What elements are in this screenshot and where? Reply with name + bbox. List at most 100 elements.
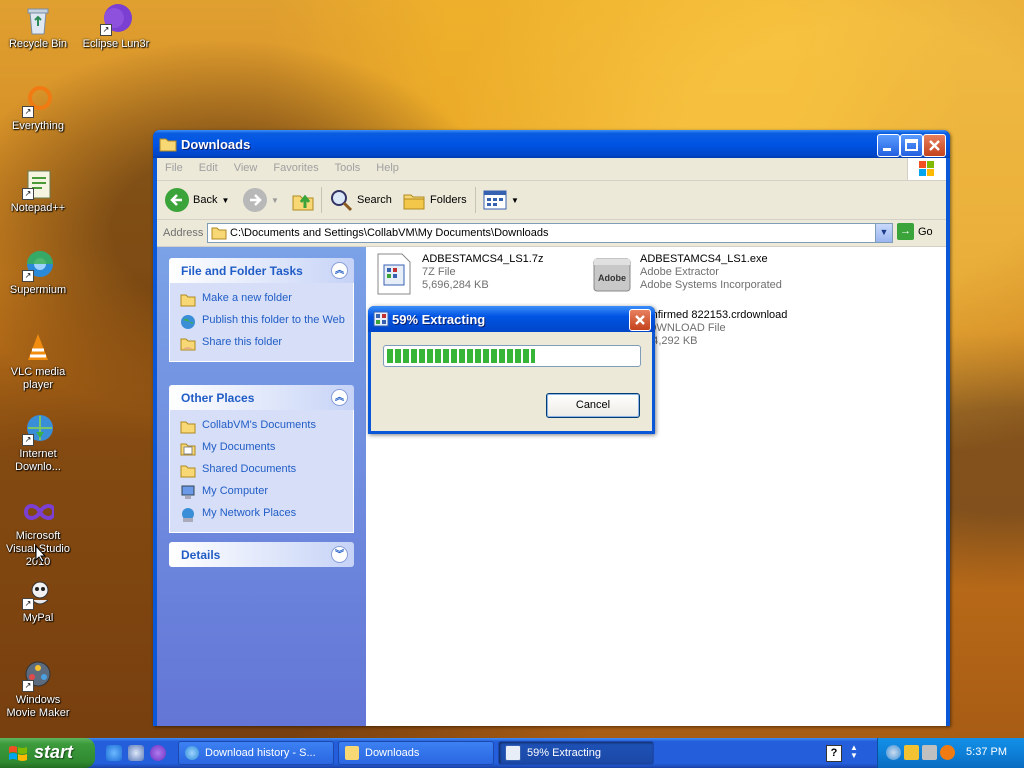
menu-tools[interactable]: Tools [327, 158, 369, 174]
file-type: DOWNLOAD File [640, 322, 726, 334]
panel-header[interactable]: Other Places ︽ [169, 385, 354, 410]
menu-view[interactable]: View [226, 158, 266, 174]
menu-file[interactable]: File [157, 158, 191, 174]
file-name: ADBESTAMCS4_LS1.7z [422, 253, 544, 265]
file-item[interactable]: Adobe ADBESTAMCS4_LS1.exe Adobe Extracto… [592, 253, 782, 295]
desktop-icon-vlc[interactable]: VLC media player [0, 332, 76, 392]
desktop-icon-recycle-bin[interactable]: Recycle Bin [0, 4, 76, 51]
place-my-documents[interactable]: My Documents [170, 438, 353, 460]
menu-edit[interactable]: Edit [191, 158, 226, 174]
search-button[interactable]: Search [329, 186, 392, 214]
progress-fill [387, 349, 535, 363]
help-icon[interactable]: ? [826, 745, 842, 762]
collapse-chevron-icon[interactable]: ︽ [331, 262, 348, 279]
desktop-icon-notepad[interactable]: ↗ Notepad++ [0, 168, 76, 215]
taskbar-item-downloads[interactable]: Downloads [338, 741, 494, 765]
quicklaunch-show-desktop-icon[interactable] [128, 745, 144, 761]
file-name: confirmed 822153.crdownload [640, 309, 788, 321]
desktop-icon-label: Windows Movie Maker [6, 694, 70, 719]
place-collabvm-documents[interactable]: CollabVM's Documents [170, 416, 353, 438]
folders-label: Folders [430, 194, 467, 206]
quicklaunch-eclipse-icon[interactable] [150, 745, 166, 761]
7z-file-icon [374, 253, 414, 295]
forward-arrow-icon [243, 188, 267, 212]
toolbar-separator [321, 187, 322, 213]
task-make-new-folder[interactable]: Make a new folder [170, 289, 353, 311]
start-label: start [34, 742, 74, 762]
desktop-icon-everything[interactable]: ↗ Everything [0, 86, 76, 133]
go-button[interactable]: → Go [897, 223, 933, 240]
panel-title: File and Folder Tasks [181, 264, 303, 278]
windows-logo-icon [907, 158, 946, 180]
quicklaunch-ie-icon[interactable] [106, 745, 122, 761]
desktop-icon-movie-maker[interactable]: ↗ Windows Movie Maker [0, 660, 76, 720]
task-share-folder[interactable]: Share this folder [170, 333, 353, 355]
place-label: CollabVM's Documents [202, 419, 316, 431]
cancel-button[interactable]: Cancel [546, 393, 640, 418]
shortcut-arrow-icon: ↗ [22, 270, 34, 282]
address-input[interactable]: C:\Documents and Settings\CollabVM\My Do… [207, 223, 893, 243]
address-value: C:\Documents and Settings\CollabVM\My Do… [230, 227, 549, 239]
window-title: Downloads [181, 137, 251, 152]
forward-button[interactable]: ▼ [243, 186, 279, 214]
volume-icon[interactable] [922, 745, 937, 760]
window-titlebar[interactable]: Downloads [153, 130, 950, 158]
panel-header[interactable]: Details ︾ [169, 542, 354, 567]
globe-icon [180, 314, 196, 330]
internet-download-manager-icon: ↗ [22, 414, 54, 446]
menu-bar: File Edit View Favorites Tools Help [157, 158, 946, 181]
up-folder-button[interactable] [291, 186, 315, 214]
system-tray: 5:37 PM [877, 738, 1024, 768]
maximize-button[interactable] [900, 134, 923, 157]
desktop-icon-eclipse[interactable]: ↗ Eclipse Lun3r [78, 4, 154, 51]
address-dropdown-icon[interactable]: ▼ [875, 224, 892, 242]
desktop-icon-mypal[interactable]: ↗ MyPal [0, 578, 76, 625]
notepad-plus-plus-icon: ↗ [22, 168, 54, 200]
back-label: Back [193, 194, 218, 206]
taskbar-item-extracting[interactable]: 59% Extracting [498, 741, 654, 765]
start-button[interactable]: start [0, 738, 95, 768]
place-my-computer[interactable]: My Computer [170, 482, 353, 504]
search-icon[interactable] [940, 745, 955, 760]
file-item[interactable]: ADBESTAMCS4_LS1.7z 7Z File 5,696,284 KB [374, 253, 543, 295]
folder-icon [345, 746, 359, 760]
desktop-icon-label: Notepad++ [10, 202, 66, 214]
expand-chevron-icon[interactable]: ︾ [331, 546, 348, 563]
computer-icon [180, 485, 196, 501]
search-icon [331, 190, 353, 212]
taskbar-item-download-history[interactable]: Download history - S... [178, 741, 334, 765]
views-button[interactable]: ▼ [483, 186, 519, 214]
panel-title: Details [181, 548, 221, 562]
close-button[interactable] [923, 134, 946, 157]
search-label: Search [357, 194, 392, 206]
place-label: Shared Documents [202, 463, 297, 475]
task-publish-web[interactable]: Publish this folder to the Web [170, 311, 353, 333]
dialog-close-button[interactable] [629, 309, 651, 331]
task-label: Share this folder [202, 336, 283, 348]
shield-icon[interactable] [904, 745, 919, 760]
shortcut-arrow-icon: ↗ [22, 188, 34, 200]
scroll-arrows-icon[interactable]: ▲ ▼ [850, 744, 858, 760]
panel-header[interactable]: File and Folder Tasks ︽ [169, 258, 354, 283]
place-shared-documents[interactable]: Shared Documents [170, 460, 353, 482]
taskbar: start Download history - S... Downloads … [0, 738, 1024, 768]
desktop-icon-internet-download[interactable]: ↗ Internet Downlo... [0, 414, 76, 474]
folders-button[interactable]: Folders [402, 186, 467, 214]
back-dropdown-icon[interactable]: ▼ [221, 196, 229, 205]
desktop-icon-label: VLC media player [10, 366, 66, 391]
7zip-icon [505, 745, 521, 761]
new-folder-icon [180, 292, 196, 308]
menu-favorites[interactable]: Favorites [265, 158, 326, 174]
desktop-icon-supermium[interactable]: ↗ Supermium [0, 250, 76, 297]
folder-icon [159, 138, 177, 152]
back-button[interactable]: Back ▼ [165, 186, 229, 214]
network-icon[interactable] [886, 745, 901, 760]
forward-dropdown-icon: ▼ [271, 195, 279, 205]
menu-help[interactable]: Help [368, 158, 407, 174]
place-my-network-places[interactable]: My Network Places [170, 504, 353, 526]
collapse-chevron-icon[interactable]: ︽ [331, 389, 348, 406]
task-label: Publish this folder to the Web [202, 314, 345, 326]
dialog-titlebar[interactable]: 59% Extracting [368, 306, 655, 332]
network-globe-icon [180, 507, 196, 523]
minimize-button[interactable] [877, 134, 900, 157]
